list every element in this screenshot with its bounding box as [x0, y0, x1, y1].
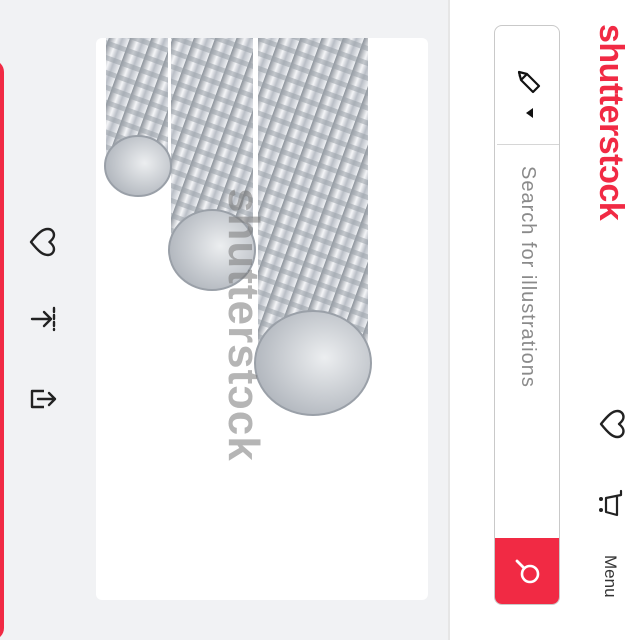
share-icon[interactable] — [26, 382, 60, 416]
header: shutterstɔck Menu — [450, 0, 640, 640]
search-bar — [494, 25, 560, 605]
rebar-small — [104, 38, 172, 197]
collapse-icon[interactable] — [26, 302, 60, 336]
header-divider — [448, 0, 450, 640]
search-input[interactable] — [497, 156, 559, 546]
brand-logo[interactable]: shutterstɔck — [591, 24, 630, 220]
chevron-down-icon — [526, 108, 533, 118]
rebar-large — [254, 38, 372, 416]
heart-icon[interactable] — [26, 225, 60, 259]
search-button[interactable] — [495, 538, 559, 604]
watermark: shutterstɔck — [219, 188, 268, 462]
bottom-red-panel[interactable] — [0, 60, 4, 640]
search-type-dropdown[interactable] — [497, 26, 559, 145]
pen-icon — [517, 70, 541, 94]
app-viewport: shutterstɔck Menu Search for illustratio… — [0, 0, 640, 640]
menu-button[interactable]: Menu — [600, 555, 620, 598]
steel-rebar-image[interactable]: shutterstɔck — [96, 38, 428, 600]
mobile-screen: shutterstɔck Menu Search for illustratio… — [0, 0, 640, 640]
heart-icon[interactable] — [596, 408, 628, 440]
cart-icon[interactable] — [596, 488, 626, 518]
search-icon — [515, 559, 540, 584]
